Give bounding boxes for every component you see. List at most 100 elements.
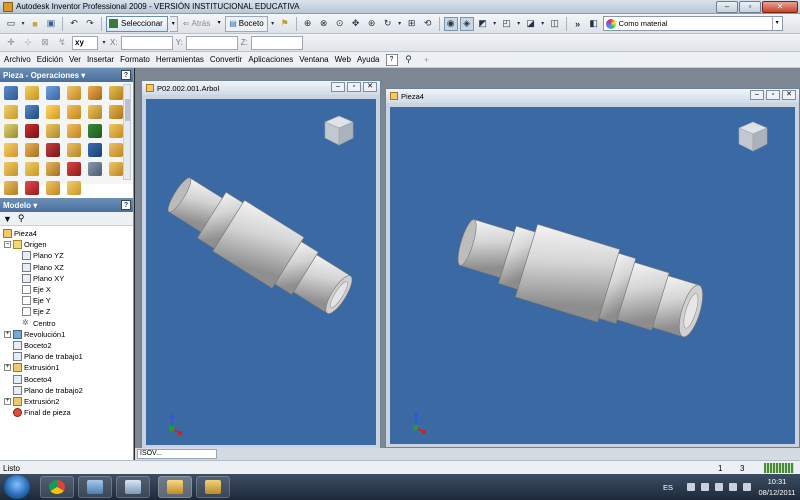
work-axis-tool-icon[interactable] — [25, 143, 39, 157]
battery-icon[interactable] — [729, 483, 737, 491]
tree-item[interactable]: Final de pieza — [0, 407, 133, 418]
draft-tool-icon[interactable] — [25, 124, 39, 138]
document-restore-button[interactable]: ▫ — [766, 90, 780, 100]
work-plane-tool-icon[interactable] — [4, 143, 18, 157]
operations-help-icon[interactable]: ? — [121, 70, 131, 80]
view-cube[interactable] — [736, 119, 770, 153]
split-tool-icon[interactable] — [4, 124, 18, 138]
menu-web[interactable]: Web — [335, 55, 351, 64]
menu-ver[interactable]: Ver — [69, 55, 81, 64]
section-dropdown-icon[interactable]: ▾ — [540, 17, 546, 31]
resize-grip[interactable] — [764, 463, 794, 473]
minimize-button[interactable]: – — [716, 1, 738, 13]
tree-item[interactable]: + Extrusión1 — [0, 362, 133, 373]
parameters-tool-icon[interactable] — [109, 162, 123, 176]
return-icon[interactable]: » — [571, 17, 585, 31]
rect-pattern-tool-icon[interactable] — [46, 162, 60, 176]
model-panel-header[interactable]: Modelo ▾ ? — [0, 198, 133, 212]
shadow-icon[interactable]: ◩ — [476, 17, 490, 31]
collapse-icon[interactable]: – — [4, 241, 11, 249]
zoom-all-icon[interactable]: ⊕ — [301, 17, 315, 31]
tree-item[interactable]: Plano de trabajo1 — [0, 351, 133, 362]
tree-item[interactable]: – Origen — [0, 239, 133, 250]
circular-pattern-icon[interactable] — [25, 162, 39, 176]
ipart-tool-icon[interactable] — [4, 181, 18, 195]
mirror-tool-icon[interactable] — [109, 143, 123, 157]
document-restore-button[interactable]: ▫ — [347, 82, 361, 92]
ucs-tool-icon[interactable] — [67, 143, 81, 157]
help-topics-icon[interactable]: ? — [385, 53, 398, 66]
promote-tool-icon[interactable] — [67, 162, 81, 176]
document-close-button[interactable]: ✕ — [363, 82, 377, 92]
coordinate-mode-dropdown-icon[interactable]: ▾ — [101, 36, 107, 50]
move-face-icon[interactable] — [46, 124, 60, 138]
dropdown-icon[interactable]: ▾ — [20, 17, 26, 31]
new-file-icon[interactable]: ▭ — [4, 17, 18, 31]
tree-item[interactable]: Plano XZ — [0, 262, 133, 273]
dimension-icon[interactable]: ⊹ — [21, 36, 35, 50]
view-cube-toggle-icon[interactable]: ◈ — [459, 16, 474, 31]
orbit-icon[interactable]: ↻ — [381, 17, 395, 31]
maximize-button[interactable]: ▫ — [739, 1, 761, 13]
decal-tool-icon[interactable] — [88, 124, 102, 138]
tree-item[interactable]: Plano YZ — [0, 250, 133, 261]
menu-ayuda[interactable]: Ayuda — [357, 55, 380, 64]
slice-icon[interactable]: ◫ — [548, 17, 562, 31]
open-folder-icon[interactable]: ■ — [28, 17, 42, 31]
appearance-icon[interactable]: ◧ — [587, 17, 601, 31]
sketch-button[interactable]: ▤ Boceto — [225, 15, 268, 32]
copy-object-icon[interactable] — [46, 181, 60, 195]
pan-icon[interactable]: ✥ — [349, 17, 363, 31]
hole-tool-icon[interactable] — [25, 105, 39, 119]
derived-tool-icon[interactable] — [109, 124, 123, 138]
rectangular-pattern-icon[interactable] — [4, 162, 18, 176]
y-coordinate-input[interactable] — [185, 35, 238, 50]
taskbar-chrome-button[interactable] — [40, 476, 74, 498]
select-button[interactable]: Seleccionar — [106, 15, 168, 32]
redo-icon[interactable]: ↷ — [83, 17, 97, 31]
taskbar-files-button[interactable] — [196, 476, 230, 498]
tray-up-arrow-icon[interactable] — [687, 483, 695, 491]
menu-formato[interactable]: Formato — [120, 55, 150, 64]
coordinate-mode-select[interactable]: xy — [72, 35, 98, 50]
camera-icon[interactable]: ◰ — [500, 17, 514, 31]
back-button[interactable]: ⇐ Atrás — [180, 16, 213, 32]
tree-item[interactable]: Pieza4 — [0, 228, 133, 239]
tree-item[interactable]: Boceto4 — [0, 373, 133, 384]
work-point-tool-icon[interactable] — [46, 143, 60, 157]
revolve-tool-icon[interactable] — [4, 86, 18, 100]
shaded-display-icon[interactable]: ◉ — [443, 16, 458, 31]
sculpt-tool-icon[interactable] — [25, 181, 39, 195]
taskbar-window-button[interactable] — [116, 476, 150, 498]
thread-tool-icon[interactable] — [109, 105, 123, 119]
help-dropdown-icon[interactable]: ⚲ — [404, 53, 414, 67]
emboss-tool-icon[interactable] — [4, 105, 18, 119]
expand-icon[interactable]: + — [4, 364, 11, 372]
loft-tool-icon[interactable] — [67, 86, 81, 100]
tray-flag-icon[interactable] — [701, 483, 709, 491]
undo-icon[interactable]: ↶ — [67, 17, 81, 31]
menu-insertar[interactable]: Insertar — [87, 55, 114, 64]
expand-icon[interactable]: + — [4, 397, 11, 405]
filter-icon[interactable]: ▼ — [3, 214, 12, 224]
replace-face-icon[interactable] — [67, 124, 81, 138]
inventor-app-icon[interactable] — [3, 2, 13, 12]
tree-item[interactable]: Boceto2 — [0, 340, 133, 351]
point-icon[interactable]: ⊠ — [38, 36, 52, 50]
document-tab[interactable]: ISOV... — [137, 449, 217, 459]
material-select[interactable]: Como material ▾ — [602, 16, 783, 31]
pattern-tool-icon[interactable] — [88, 143, 102, 157]
viewport-canvas[interactable] — [390, 107, 795, 444]
tree-item[interactable]: + Revolución1 — [0, 329, 133, 340]
operations-panel-header[interactable]: Pieza - Operaciones ▾ ? — [0, 68, 133, 82]
zoom-selected-icon[interactable]: ⊛ — [365, 17, 379, 31]
update-icon[interactable]: ⚑ — [278, 17, 292, 31]
shaft-model[interactable] — [146, 99, 376, 445]
tree-item[interactable]: ✲ Centro — [0, 318, 133, 329]
volume-icon[interactable] — [743, 483, 751, 491]
taskbar-explorer-button[interactable] — [78, 476, 112, 498]
x-coordinate-input[interactable] — [120, 35, 173, 50]
tree-item[interactable]: + Extrusión2 — [0, 396, 133, 407]
scrollbar-thumb[interactable] — [125, 99, 130, 121]
operations-scrollbar[interactable] — [123, 84, 131, 180]
